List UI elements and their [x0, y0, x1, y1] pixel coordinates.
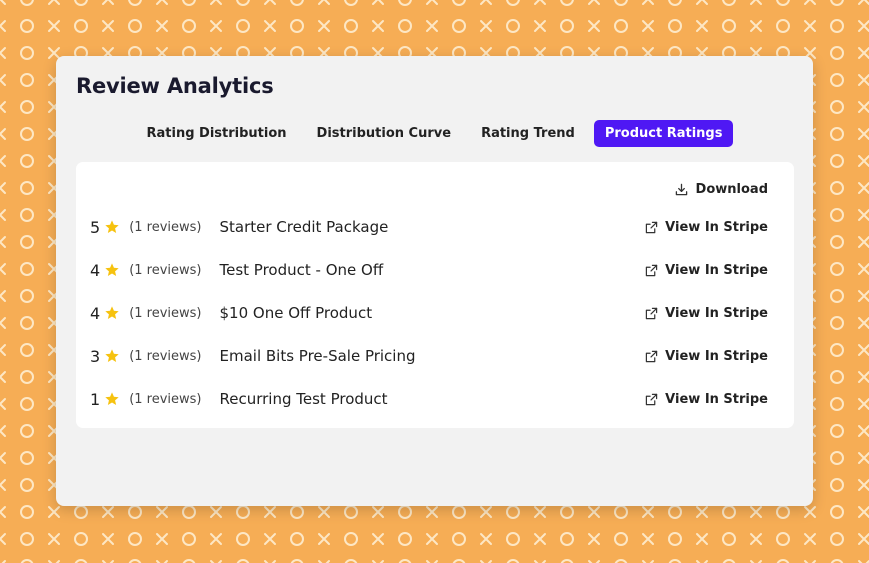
external-link-icon: [645, 221, 658, 233]
review-count: (1 reviews): [129, 262, 202, 278]
view-in-stripe-link[interactable]: View In Stripe: [645, 263, 768, 278]
rating-value: 5: [90, 217, 101, 237]
list-item: 3 (1 reviews) Email Bits Pre-Sale Pricin…: [90, 344, 768, 368]
download-icon: [675, 183, 687, 196]
page-title: Review Analytics: [76, 74, 274, 98]
review-count: (1 reviews): [129, 348, 202, 364]
list-item: 4 (1 reviews) $10 One Off Product View I…: [90, 301, 768, 325]
view-in-stripe-link[interactable]: View In Stripe: [645, 392, 768, 407]
review-count: (1 reviews): [129, 305, 202, 321]
list-item: 4 (1 reviews) Test Product - One Off Vie…: [90, 258, 768, 282]
star-icon: [104, 262, 120, 278]
rating-value: 1: [90, 389, 101, 409]
product-name: Recurring Test Product: [219, 390, 388, 408]
product-ratings-panel: Download 5 (1 reviews) Starter Credit Pa…: [76, 162, 794, 428]
star-icon: [104, 391, 120, 407]
tab-product-ratings[interactable]: Product Ratings: [593, 120, 734, 147]
tab-bar: Rating Distribution Distribution Curve R…: [56, 120, 813, 147]
view-in-stripe-label: View In Stripe: [665, 305, 768, 321]
list-item: 5 (1 reviews) Starter Credit Package Vie…: [90, 215, 768, 239]
list-item: 1 (1 reviews) Recurring Test Product Vie…: [90, 387, 768, 411]
rating-value: 4: [90, 260, 101, 280]
external-link-icon: [645, 264, 658, 276]
star-icon: [104, 219, 120, 235]
star-icon: [104, 348, 120, 364]
rating-value: 3: [90, 346, 101, 366]
view-in-stripe-label: View In Stripe: [665, 262, 768, 278]
product-name: Test Product - One Off: [219, 261, 384, 279]
view-in-stripe-link[interactable]: View In Stripe: [645, 306, 768, 321]
product-name: $10 One Off Product: [219, 304, 373, 322]
tab-distribution-curve[interactable]: Distribution Curve: [306, 120, 463, 147]
external-link-icon: [645, 350, 658, 362]
product-name: Email Bits Pre-Sale Pricing: [219, 347, 416, 365]
product-name: Starter Credit Package: [219, 218, 389, 236]
external-link-icon: [645, 393, 658, 405]
download-label: Download: [695, 182, 768, 197]
rating-value: 4: [90, 303, 101, 323]
view-in-stripe-link[interactable]: View In Stripe: [645, 220, 768, 235]
external-link-icon: [645, 307, 658, 319]
review-count: (1 reviews): [129, 219, 202, 235]
review-analytics-card: Review Analytics Rating Distribution Dis…: [56, 56, 813, 506]
download-button[interactable]: Download: [675, 182, 768, 197]
star-icon: [104, 305, 120, 321]
view-in-stripe-link[interactable]: View In Stripe: [645, 349, 768, 364]
tab-rating-distribution[interactable]: Rating Distribution: [136, 120, 298, 147]
tab-rating-trend[interactable]: Rating Trend: [470, 120, 586, 147]
view-in-stripe-label: View In Stripe: [665, 348, 768, 364]
view-in-stripe-label: View In Stripe: [665, 219, 768, 235]
view-in-stripe-label: View In Stripe: [665, 391, 768, 407]
review-count: (1 reviews): [129, 391, 202, 407]
